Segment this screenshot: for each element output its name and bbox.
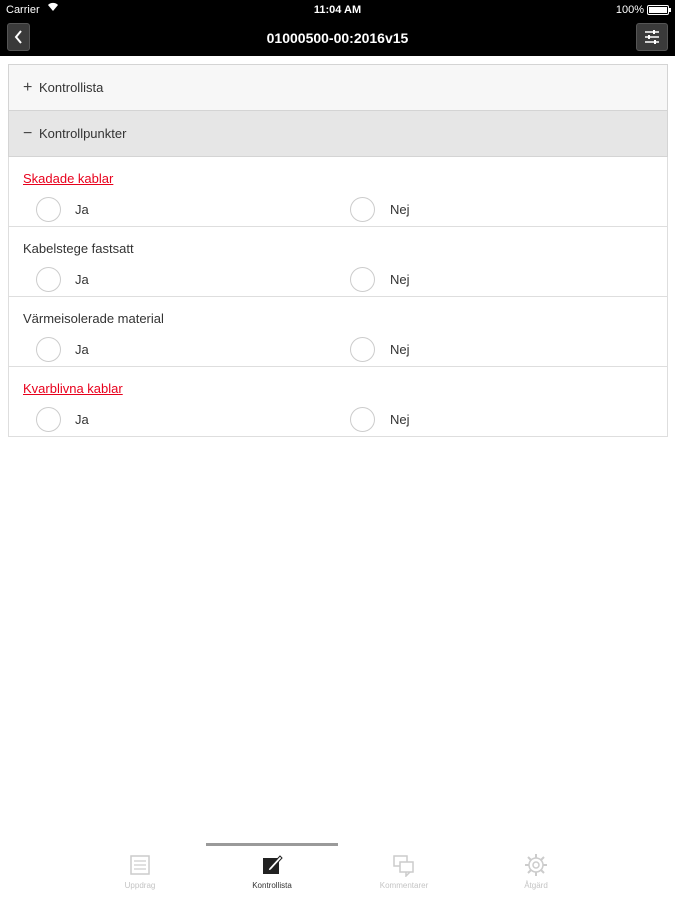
tab-uppdrag[interactable]: Uppdrag — [74, 843, 206, 900]
status-bar: Carrier 11:04 AM 100% — [0, 0, 675, 20]
radio-ja-label: Ja — [75, 412, 89, 427]
navigation-bar: 01000500-00:2016v15 — [0, 20, 675, 56]
status-time: 11:04 AM — [313, 4, 362, 16]
checklist-item-label: Kvarblivna kablar — [23, 381, 123, 396]
checklist-content: + Kontrollista − Kontrollpunkter Skadade… — [8, 64, 668, 437]
tab-kommentarer-label: Kommentarer — [379, 881, 429, 890]
tab-kontrollista[interactable]: Kontrollista — [206, 843, 338, 900]
radio-nej-label: Nej — [390, 342, 410, 357]
tab-bar: Uppdrag Kontrollista Kommentarer Åtgärd — [0, 843, 675, 900]
radio-ja[interactable] — [36, 337, 61, 362]
sliders-icon — [645, 30, 659, 44]
radio-ja[interactable] — [36, 197, 61, 222]
radio-nej[interactable] — [350, 407, 375, 432]
radio-nej-label: Nej — [390, 412, 410, 427]
radio-ja-label: Ja — [75, 202, 89, 217]
radio-ja[interactable] — [36, 267, 61, 292]
list-icon — [130, 855, 150, 875]
radio-ja[interactable] — [36, 407, 61, 432]
gear-icon — [525, 854, 547, 876]
checklist-item: Kvarblivna kablar Ja Nej — [8, 367, 668, 437]
radio-nej[interactable] — [350, 197, 375, 222]
battery-icon — [647, 5, 671, 15]
radio-nej[interactable] — [350, 267, 375, 292]
tab-uppdrag-label: Uppdrag — [124, 881, 156, 890]
section-kontrollpunkter-label: Kontrollpunkter — [39, 126, 127, 141]
checklist-item-label: Skadade kablar — [23, 171, 114, 186]
checklist-item-label: Värmeisolerade material — [23, 311, 164, 326]
filter-settings-button[interactable] — [636, 23, 668, 51]
tab-kommentarer[interactable]: Kommentarer — [338, 843, 470, 900]
section-kontrollista-header[interactable]: + Kontrollista — [8, 64, 668, 111]
radio-nej[interactable] — [350, 337, 375, 362]
radio-nej-label: Nej — [390, 272, 410, 287]
section-kontrollista-label: Kontrollista — [39, 80, 104, 95]
radio-nej-label: Nej — [390, 202, 410, 217]
radio-ja-label: Ja — [75, 272, 89, 287]
checklist-item: Värmeisolerade material Ja Nej — [8, 297, 668, 367]
tab-kontrollista-label: Kontrollista — [252, 881, 292, 890]
checklist-item: Kabelstege fastsatt Ja Nej — [8, 227, 668, 297]
plus-icon: + — [23, 78, 33, 96]
comments-icon — [393, 855, 414, 877]
checklist-item: Skadade kablar Ja Nej — [8, 157, 668, 227]
checklist-item-label: Kabelstege fastsatt — [23, 241, 134, 256]
page-title: 01000500-00:2016v15 — [266, 30, 409, 46]
section-kontrollpunkter-header[interactable]: − Kontrollpunkter — [8, 111, 668, 157]
radio-ja-label: Ja — [75, 342, 89, 357]
tab-atgard-label: Åtgärd — [524, 881, 548, 890]
edit-checklist-icon — [263, 855, 283, 874]
minus-icon: − — [23, 124, 33, 142]
tab-atgard[interactable]: Åtgärd — [470, 843, 602, 900]
battery-percent: 100% — [615, 4, 644, 16]
